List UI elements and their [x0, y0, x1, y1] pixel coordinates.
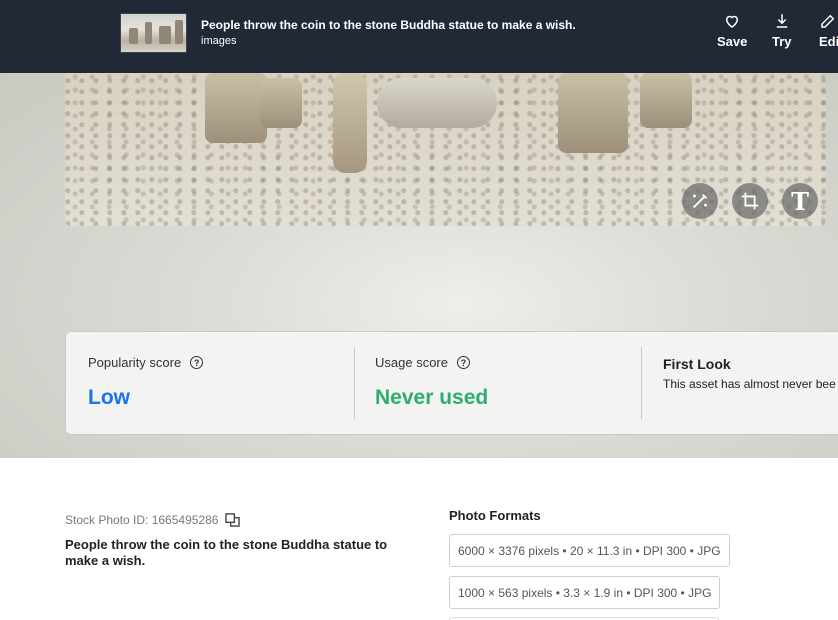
usage-score-label: Usage score — [375, 355, 448, 370]
divider — [641, 347, 642, 419]
top-bar: People throw the coin to the stone Buddh… — [0, 0, 838, 73]
magic-wand-button[interactable] — [682, 183, 718, 219]
scores-card: Popularity score ? Low Usage score ? Nev… — [65, 331, 838, 435]
image-category: images — [201, 35, 237, 47]
magic-wand-icon — [692, 193, 708, 209]
crop-button[interactable] — [732, 183, 768, 219]
first-look-title: First Look — [663, 356, 731, 372]
stock-photo-id: Stock Photo ID: 1665495286 — [65, 513, 241, 527]
text-button[interactable]: T — [782, 183, 818, 219]
divider — [354, 347, 355, 419]
stock-photo-id-text: Stock Photo ID: 1665495286 — [65, 513, 219, 527]
usage-score-value: Never used — [375, 386, 489, 409]
help-icon[interactable]: ? — [190, 356, 204, 369]
heart-icon — [726, 15, 739, 28]
format-option[interactable]: 6000 × 3376 pixels • 20 × 11.3 in • DPI … — [449, 534, 730, 567]
popularity-score-value: Low — [88, 386, 130, 409]
try-button[interactable]: Try — [772, 12, 792, 49]
photo-formats-title: Photo Formats — [449, 508, 541, 523]
try-label: Try — [772, 34, 792, 49]
crop-icon — [741, 192, 759, 210]
popularity-score-label: Popularity score — [88, 355, 182, 370]
image-title: People throw the coin to the stone Buddh… — [201, 18, 576, 32]
first-look-text: This asset has almost never bee — [663, 377, 836, 391]
save-label: Save — [717, 34, 748, 49]
save-button[interactable]: Save — [717, 12, 747, 49]
download-icon — [776, 14, 787, 28]
edit-label: Edi — [819, 34, 838, 49]
text-icon: T — [791, 186, 809, 216]
stock-photo[interactable]: T — [65, 73, 826, 226]
edit-button[interactable]: Edi — [819, 12, 838, 49]
edit-icon — [821, 14, 835, 28]
format-option[interactable]: 1000 × 563 pixels • 3.3 × 1.9 in • DPI 3… — [449, 576, 721, 609]
copy-icon[interactable] — [225, 513, 241, 527]
photo-description: People throw the coin to the stone Buddh… — [65, 537, 388, 568]
image-thumbnail[interactable] — [120, 13, 187, 53]
help-icon[interactable]: ? — [456, 356, 470, 369]
